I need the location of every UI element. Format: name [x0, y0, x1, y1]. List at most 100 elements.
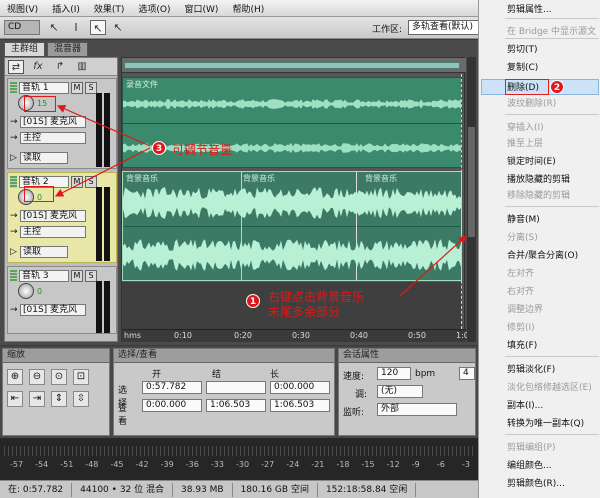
- expand-icon[interactable]: ▷: [10, 247, 20, 257]
- panel-title: 缩放: [3, 349, 109, 363]
- menu-options[interactable]: 选项(O): [131, 2, 177, 15]
- track-grip-icon[interactable]: [10, 270, 17, 282]
- level-tick-label: -36: [185, 460, 199, 469]
- context-menu-item[interactable]: 填充(F): [507, 338, 537, 351]
- move-tool-icon[interactable]: ↖: [46, 20, 62, 35]
- output-select[interactable]: 主控: [20, 226, 86, 238]
- effects-icon[interactable]: fx: [30, 60, 46, 74]
- context-menu-item[interactable]: 副本(I)...: [507, 398, 543, 411]
- output-select[interactable]: 主控: [20, 132, 86, 144]
- context-menu-item[interactable]: 复制(C): [507, 60, 538, 73]
- context-menu-item: 修剪(I): [507, 323, 535, 333]
- inputs-outputs-icon[interactable]: ⇄: [8, 59, 24, 74]
- sends-icon[interactable]: ↱: [52, 60, 68, 74]
- menu-view[interactable]: 视图(V): [0, 2, 45, 15]
- volume-value[interactable]: 0: [37, 287, 42, 296]
- context-menu-item[interactable]: 剪辑颜色(R)...: [507, 476, 565, 489]
- zoom-in-horizontal-icon[interactable]: ⊕: [7, 369, 23, 385]
- mute-button[interactable]: M: [71, 176, 83, 188]
- level-tick-label: -27: [261, 460, 275, 469]
- zoom-selection-icon[interactable]: ⊡: [73, 369, 89, 385]
- track-3[interactable]: 音轨 3 M S 0 → [01S] 麦克风: [7, 266, 117, 334]
- context-menu-item[interactable]: 锁定时间(E): [507, 154, 556, 167]
- context-menu-item[interactable]: 剪辑属性...: [507, 2, 552, 15]
- menu-effects[interactable]: 效果(T): [87, 2, 132, 15]
- context-menu-item[interactable]: 播放隐藏的剪辑: [507, 172, 570, 185]
- ruler-label: 0:50: [408, 331, 426, 340]
- zoom-in-vertical-icon[interactable]: ⇕: [51, 391, 67, 407]
- select-tool-icon[interactable]: ↖: [110, 20, 126, 35]
- menu-insert[interactable]: 插入(I): [45, 2, 87, 15]
- menu-help[interactable]: 帮助(H): [225, 2, 271, 15]
- zoom-out-vertical-icon[interactable]: ⇳: [73, 391, 89, 407]
- overview-range[interactable]: [124, 62, 460, 69]
- track-grip-icon[interactable]: [10, 82, 17, 94]
- level-tick-label: -18: [336, 460, 350, 469]
- status-free-time: 152:18:58.84 空闲: [318, 482, 417, 497]
- input-arrow-icon: →: [10, 305, 18, 315]
- context-menu-item[interactable]: 静音(M): [507, 212, 540, 225]
- context-menu-item[interactable]: 删除(D): [507, 80, 539, 93]
- tab-main-group[interactable]: 主群组: [4, 42, 46, 56]
- zoom-out-horizontal-icon[interactable]: ⊖: [29, 369, 45, 385]
- view-length-field[interactable]: 1:06.503: [270, 399, 330, 412]
- level-meter-scale: -57 -54 -51 -48 -45 -42 -39 -36 -33 -30 -27 -24 -21 -…: [0, 460, 478, 470]
- status-disk-space: 180.16 GB 空间: [233, 482, 318, 497]
- vertical-scrollbar[interactable]: [467, 57, 476, 342]
- time-select-tool-icon[interactable]: I: [68, 20, 84, 35]
- track-controls-panel: ⇄ fx ↱ ▥ 音轨 1 M S 15 → [01S] 麦克风 → 主控 ▷ …: [4, 57, 118, 342]
- scrollbar-thumb[interactable]: [468, 127, 475, 237]
- eq-icon[interactable]: ▥: [74, 60, 90, 74]
- input-select[interactable]: [01S] 麦克风: [20, 210, 86, 222]
- tempo-field[interactable]: 120: [377, 367, 411, 380]
- time-ruler[interactable]: hms 0:10 0:20 0:30 0:40 0:50 1:00: [122, 329, 474, 342]
- context-menu-item[interactable]: 合并/聚合分离(O): [507, 248, 578, 261]
- automation-mode-select[interactable]: 读取: [20, 246, 68, 258]
- editor-tabs: 主群组 混音器: [4, 42, 90, 58]
- context-menu-item: 移除隐藏的剪辑: [507, 191, 571, 201]
- clip-background-music[interactable]: 背景音乐 背景音乐 背景音乐: [122, 171, 462, 281]
- track-name[interactable]: 音轨 3: [19, 270, 69, 282]
- context-menu-item[interactable]: 编组颜色...: [507, 458, 552, 471]
- automation-mode-select[interactable]: 读取: [20, 152, 68, 164]
- annotation-badge-3: 3: [152, 141, 166, 155]
- level-tick-label: -33: [210, 460, 224, 469]
- input-select[interactable]: [01S] 麦克风: [20, 304, 86, 316]
- level-meter: [104, 187, 110, 261]
- monitor-select[interactable]: 外部: [377, 403, 457, 416]
- beats-field[interactable]: 4: [459, 367, 475, 380]
- view-end-field[interactable]: 1:06.503: [206, 399, 266, 412]
- context-menu-item[interactable]: 剪切(T): [507, 42, 538, 55]
- overview-bar[interactable]: [122, 58, 466, 73]
- menu-window[interactable]: 窗口(W): [178, 2, 226, 15]
- selection-end-field[interactable]: [206, 381, 266, 394]
- zoom-left-edge-icon[interactable]: ⇤: [7, 391, 23, 407]
- volume-knob-icon[interactable]: [18, 283, 34, 299]
- zoom-full-icon[interactable]: ⊙: [51, 369, 67, 385]
- key-select[interactable]: (无): [377, 385, 423, 398]
- input-select[interactable]: [01S] 麦克风: [20, 116, 86, 128]
- selection-length-field[interactable]: 0:00.000: [270, 381, 330, 394]
- tab-mixer[interactable]: 混音器: [47, 42, 89, 56]
- mute-button[interactable]: M: [71, 270, 83, 282]
- workspace-select[interactable]: 多轨查看(默认): [408, 20, 480, 35]
- level-tick-label: -45: [110, 460, 124, 469]
- expand-icon[interactable]: ▷: [10, 153, 20, 163]
- context-menu-item[interactable]: 转换为唯一副本(Q): [507, 416, 584, 429]
- output-arrow-icon: →: [10, 133, 18, 143]
- context-menu-item[interactable]: 剪辑淡化(F): [507, 362, 555, 375]
- cd-view-button[interactable]: CD: [4, 20, 40, 35]
- input-arrow-icon: →: [10, 211, 18, 221]
- menu-separator: [505, 114, 599, 115]
- track-grip-icon[interactable]: [10, 176, 17, 188]
- playhead-cursor[interactable]: [461, 74, 462, 329]
- level-tick-label: -57: [10, 460, 24, 469]
- track-1[interactable]: 音轨 1 M S 15 → [01S] 麦克风 → 主控 ▷ 读取: [7, 78, 117, 169]
- level-meter: [104, 281, 110, 333]
- track-name[interactable]: 音轨 1: [19, 82, 69, 94]
- zoom-right-edge-icon[interactable]: ⇥: [29, 391, 45, 407]
- view-start-field[interactable]: 0:00.000: [142, 399, 202, 412]
- mute-button[interactable]: M: [71, 82, 83, 94]
- hybrid-tool-icon[interactable]: ↖: [90, 20, 106, 35]
- selection-start-field[interactable]: 0:57.782: [142, 381, 202, 394]
